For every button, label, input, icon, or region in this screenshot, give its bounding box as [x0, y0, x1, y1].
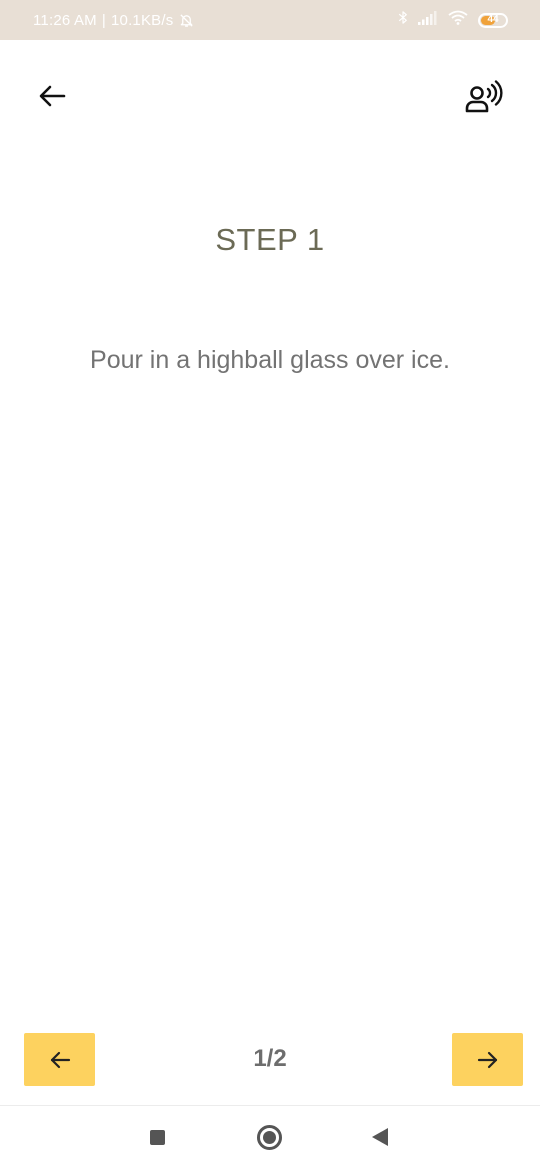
back-button[interactable] [34, 80, 70, 112]
arrow-left-icon [39, 85, 66, 107]
system-navigation-bar [0, 1106, 540, 1170]
step-instruction: Pour in a highball glass over ice. [90, 346, 450, 374]
back-triangle-icon[interactable] [372, 1128, 388, 1146]
next-step-button[interactable] [452, 1033, 523, 1086]
status-time: 11:26 AM [33, 11, 97, 29]
home-circle-icon[interactable] [257, 1125, 282, 1150]
voice-readout-button[interactable] [462, 78, 506, 118]
voice-speaker-icon [465, 80, 503, 113]
battery-level: 44 [487, 14, 499, 25]
step-title: STEP 1 [215, 222, 325, 257]
status-bar: 11:26 AM | 10.1KB/s 44 [0, 0, 540, 40]
arrow-right-icon [477, 1051, 497, 1068]
status-separator: | [101, 11, 106, 29]
signal-icon [418, 10, 438, 30]
battery-icon: 44 [478, 12, 508, 28]
home-dot [263, 1131, 276, 1144]
network-speed: 10.1KB/s [110, 11, 174, 29]
recents-square-icon[interactable] [150, 1130, 165, 1145]
bluetooth-icon [398, 10, 408, 30]
wifi-icon [448, 10, 468, 30]
bell-off-icon [179, 13, 194, 28]
status-right: 44 [398, 10, 508, 30]
status-left: 11:26 AM | 10.1KB/s [33, 12, 194, 29]
